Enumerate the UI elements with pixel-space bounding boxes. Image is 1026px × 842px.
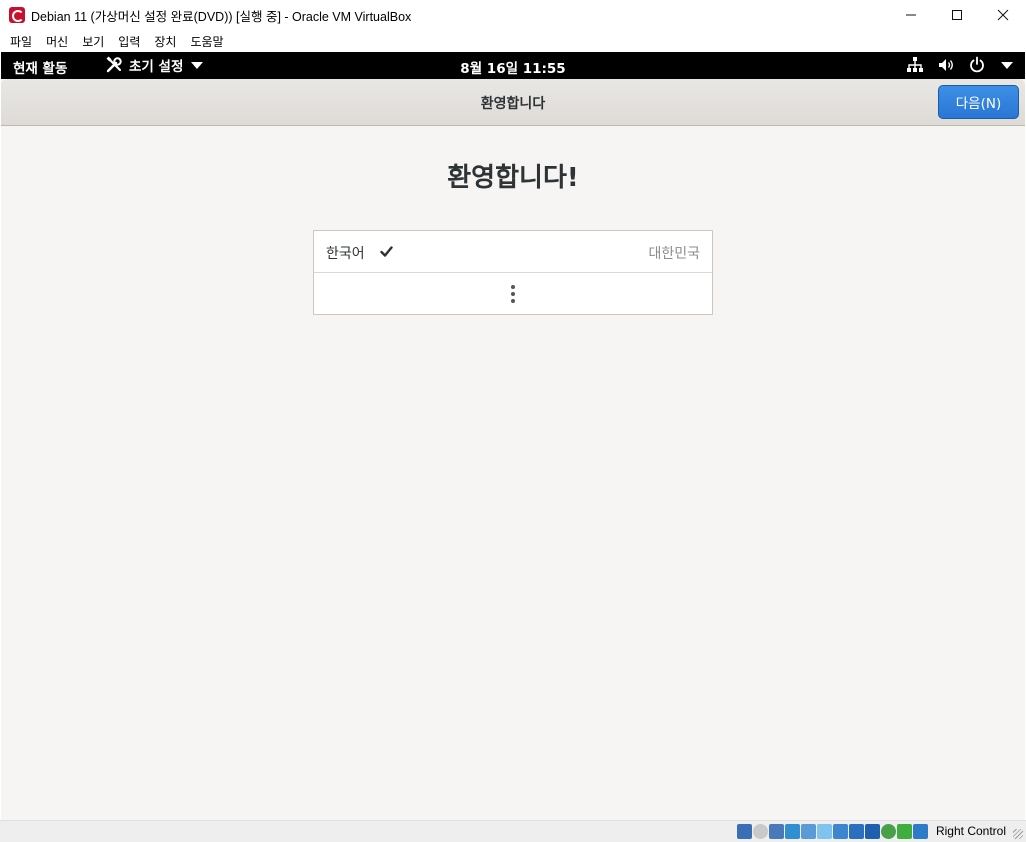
volume-icon — [939, 59, 953, 71]
vm-display[interactable]: 현재 활동 초기 설정 8월 16일 11:55 환영합니다 다음(N) 환영합… — [1, 52, 1025, 820]
welcome-heading: 환영합니다! — [447, 163, 579, 193]
window-menubar: 파일 머신 보기 입력 장치 도움말 — [0, 30, 1026, 52]
clock[interactable]: 8월 16일 11:55 — [1, 57, 1025, 77]
language-list: 한국어 대한민국 — [313, 230, 713, 315]
next-button[interactable]: 다음(N) — [938, 85, 1019, 119]
network-icon — [907, 57, 923, 72]
status-indicators — [737, 824, 928, 839]
checkmark-icon — [380, 246, 393, 257]
optical-drive-icon[interactable] — [753, 824, 768, 839]
resize-grip[interactable] — [1013, 829, 1023, 839]
more-languages-button[interactable] — [314, 273, 712, 314]
chevron-down-icon — [1001, 61, 1013, 69]
close-icon — [997, 9, 1009, 21]
page-title: 환영합니다 — [480, 96, 546, 112]
hard-disk-icon[interactable] — [737, 824, 752, 839]
language-row[interactable]: 한국어 대한민국 — [314, 231, 712, 273]
menu-help[interactable]: 도움말 — [183, 33, 230, 50]
virtualization-icon[interactable] — [881, 824, 896, 839]
maximize-button[interactable] — [934, 0, 980, 30]
menu-machine[interactable]: 머신 — [39, 33, 75, 50]
minimize-button[interactable] — [888, 0, 934, 30]
gnome-top-bar: 현재 활동 초기 설정 8월 16일 11:55 — [1, 52, 1025, 79]
shared-folders-icon[interactable] — [817, 824, 832, 839]
menu-file[interactable]: 파일 — [3, 33, 39, 50]
cpu-icon[interactable] — [865, 824, 880, 839]
host-key-label: Right Control — [935, 824, 1006, 838]
display-icon[interactable] — [833, 824, 848, 839]
more-vertical-icon — [511, 285, 515, 303]
maximize-icon — [952, 10, 962, 20]
debian-logo-icon — [9, 7, 25, 23]
keyboard-icon[interactable] — [913, 824, 928, 839]
window-titlebar[interactable]: Debian 11 (가상머신 설정 완료(DVD)) [실행 중] - Ora… — [0, 0, 1026, 30]
language-region: 대한민국 — [648, 246, 700, 262]
window-title: Debian 11 (가상머신 설정 완료(DVD)) [실행 중] - Ora… — [31, 9, 412, 24]
recording-icon[interactable] — [849, 824, 864, 839]
menu-devices[interactable]: 장치 — [147, 33, 183, 50]
vbox-status-bar: Right Control — [0, 820, 1026, 842]
language-name: 한국어 — [326, 246, 365, 262]
network-icon[interactable] — [785, 824, 800, 839]
audio-icon[interactable] — [769, 824, 784, 839]
setup-header-bar: 환영합니다 다음(N) — [1, 79, 1025, 126]
close-button[interactable] — [980, 0, 1026, 30]
minimize-icon — [906, 14, 916, 16]
usb-icon[interactable] — [801, 824, 816, 839]
system-tray[interactable] — [906, 56, 1013, 74]
mouse-integration-icon[interactable] — [897, 824, 912, 839]
window-controls — [888, 0, 1026, 30]
menu-view[interactable]: 보기 — [75, 33, 111, 50]
menu-input[interactable]: 입력 — [111, 33, 147, 50]
power-icon — [970, 56, 984, 73]
